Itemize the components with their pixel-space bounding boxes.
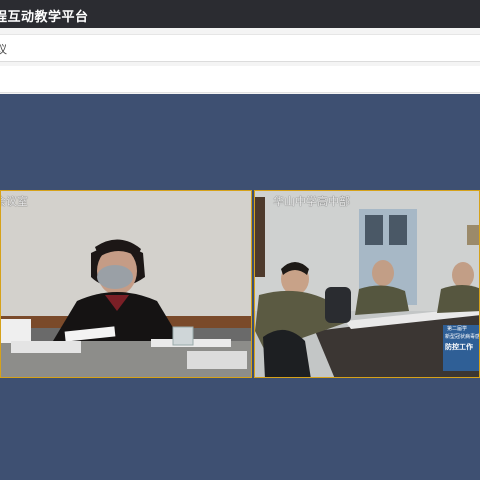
app-title-bar: 程互动教学平台 bbox=[0, 0, 480, 28]
toolbar-area bbox=[0, 66, 480, 93]
banner-line-2: 新型冠状病毒感 bbox=[445, 334, 480, 340]
video-tile-meeting-room[interactable]: 会议室 bbox=[0, 190, 252, 378]
video-label: 华山中学高中部 bbox=[273, 195, 350, 208]
video-feed-image bbox=[1, 191, 251, 377]
breadcrumb-text: 议 bbox=[0, 43, 7, 56]
banner-sign: 第二届学 新型冠状病毒感 防控工作 bbox=[443, 325, 480, 371]
banner-line-3: 防控工作 bbox=[445, 343, 473, 351]
breadcrumb: 议 bbox=[0, 34, 480, 62]
banner-line-1: 第二届学 bbox=[447, 326, 468, 332]
video-label: 会议室 bbox=[1, 195, 28, 208]
app-title: 程互动教学平台 bbox=[0, 10, 89, 25]
video-tile-huashan-high-school[interactable]: 华山中学高中部 第二届学 新型冠状病毒感 防控工作 bbox=[254, 190, 480, 378]
